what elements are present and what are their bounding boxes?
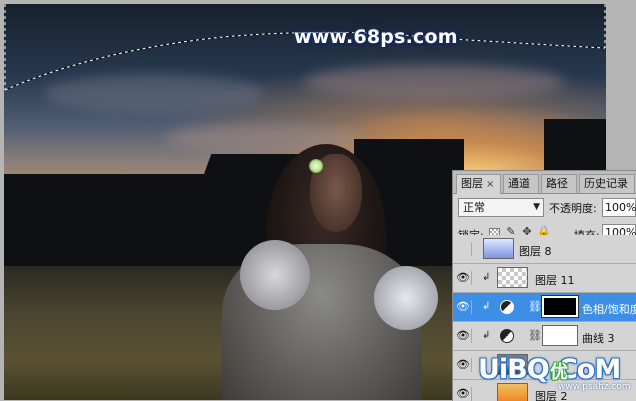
layer-thumbnail	[483, 238, 514, 259]
tab-label: 图层	[461, 177, 483, 190]
layer-mask-thumbnail[interactable]	[541, 295, 579, 318]
clipping-arrow-icon: ↲	[482, 272, 491, 283]
tab-label: 路径	[546, 177, 568, 190]
tab-paths[interactable]: 路径	[541, 174, 577, 193]
watermark-url: www.psahz.com	[558, 382, 631, 392]
blend-row: 正常 ▼ 不透明度: 100%	[453, 197, 636, 219]
tab-history[interactable]: 历史记录	[579, 174, 635, 193]
layer-name: 色相/饱和度	[582, 303, 636, 316]
layer-name: 图层 11	[535, 274, 575, 287]
tab-channels[interactable]: 通道	[503, 174, 539, 193]
blend-mode-value: 正常	[463, 201, 485, 214]
eye-icon[interactable]: 👁	[455, 271, 472, 285]
site-logo-watermark: UiBQ.CoM 优 www.psahz.com	[478, 352, 636, 396]
tab-label: 通道	[508, 177, 530, 190]
opacity-label: 不透明度:	[549, 202, 597, 215]
layer-row-selected[interactable]: 👁 ↲ ⛓ 色相/饱和度	[453, 293, 636, 322]
watermark-chinese: 优	[550, 362, 568, 383]
blend-mode-select[interactable]: 正常 ▼	[458, 198, 544, 217]
eye-icon[interactable]: 👁	[455, 387, 472, 401]
clipping-arrow-icon: ↲	[482, 301, 491, 312]
link-icon[interactable]: ⛓	[528, 329, 542, 342]
close-icon[interactable]: ×	[486, 179, 494, 190]
tab-label: 历史记录	[584, 177, 628, 190]
tab-layers[interactable]: 图层 ×	[456, 174, 501, 194]
chevron-down-icon: ▼	[533, 202, 540, 212]
panel-tab-bar: 图层 × 通道 路径 历史记录	[453, 171, 636, 194]
layer-name: 曲线 3	[582, 332, 615, 345]
layer-mask-thumbnail[interactable]	[542, 325, 578, 346]
opacity-input[interactable]: 100%	[602, 198, 636, 217]
layer-row[interactable]: 图层 8	[453, 235, 636, 264]
eye-icon[interactable]: 👁	[455, 300, 472, 314]
layer-thumbnail	[497, 267, 528, 288]
adjustment-layer-icon	[500, 300, 514, 314]
clipping-arrow-icon: ↲	[482, 330, 491, 341]
layer-row[interactable]: 👁 ↲ 图层 11	[453, 264, 636, 293]
eye-icon[interactable]: 👁	[455, 358, 472, 372]
link-icon[interactable]: ⛓	[528, 300, 542, 313]
layer-name: 图层 8	[519, 245, 552, 258]
adjustment-layer-icon	[500, 329, 514, 343]
layer-row[interactable]: 👁 ↲ ⛓ 曲线 3	[453, 322, 636, 351]
site-watermark: www.68ps.com	[294, 26, 458, 48]
eye-icon[interactable]: 👁	[455, 329, 472, 343]
visibility-toggle[interactable]	[455, 242, 472, 256]
